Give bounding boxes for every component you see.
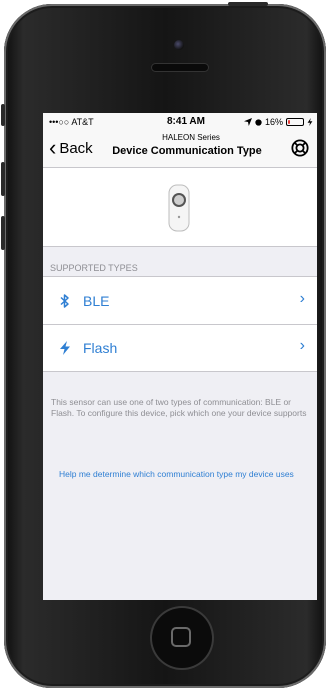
chevron-right-icon: › [299, 337, 305, 354]
battery-level [288, 120, 290, 124]
earpiece-speaker [152, 64, 208, 71]
section-header: SUPPORTED TYPES [50, 263, 138, 273]
clock: 8:41 AM [167, 116, 205, 127]
power-button [228, 2, 268, 6]
navigation-bar: ‹ Back HALEON Series Device Communicatio… [43, 131, 317, 168]
battery-percent: 16% [264, 117, 283, 127]
alarm-icon [255, 118, 262, 126]
charging-icon [307, 118, 313, 126]
type-row-ble[interactable]: BLE › [43, 277, 317, 324]
communication-type-list: BLE › Flash › [43, 276, 317, 372]
type-label: BLE [83, 292, 110, 309]
volume-down-button [1, 216, 5, 250]
carrier-label: •••○○ AT&T [49, 117, 94, 127]
chevron-left-icon: ‹ [49, 135, 57, 160]
lightning-icon [60, 340, 70, 355]
status-bar: •••○○ AT&T 8:41 AM 16% [43, 113, 317, 131]
type-label: Flash [83, 339, 118, 356]
volume-up-button [1, 162, 5, 196]
mute-switch [1, 104, 5, 126]
device-preview [43, 168, 317, 247]
status-indicators: 16% [243, 117, 313, 127]
location-arrow-icon [243, 118, 252, 126]
sensor-device-image [168, 184, 190, 232]
back-label: Back [59, 139, 93, 157]
page-title: Device Communication Type [112, 145, 262, 157]
front-camera [174, 40, 184, 50]
home-button[interactable] [152, 608, 212, 668]
type-row-flash[interactable]: Flash › [43, 324, 317, 371]
chevron-right-icon: › [299, 290, 305, 307]
bluetooth-icon [60, 293, 69, 308]
app-screen: •••○○ AT&T 8:41 AM 16% ‹ Back HALEON Ser… [43, 113, 317, 600]
battery-icon [286, 118, 304, 126]
nav-subtitle: HALEON Series [162, 133, 220, 142]
lifebuoy-help-icon[interactable] [291, 139, 309, 157]
description-text: This sensor can use one of two types of … [51, 397, 307, 418]
back-button[interactable]: ‹ Back [49, 135, 93, 160]
phone-frame: •••○○ AT&T 8:41 AM 16% ‹ Back HALEON Ser… [1, 2, 326, 688]
home-square-icon [171, 627, 191, 647]
help-link[interactable]: Help me determine which communication ty… [59, 469, 309, 480]
